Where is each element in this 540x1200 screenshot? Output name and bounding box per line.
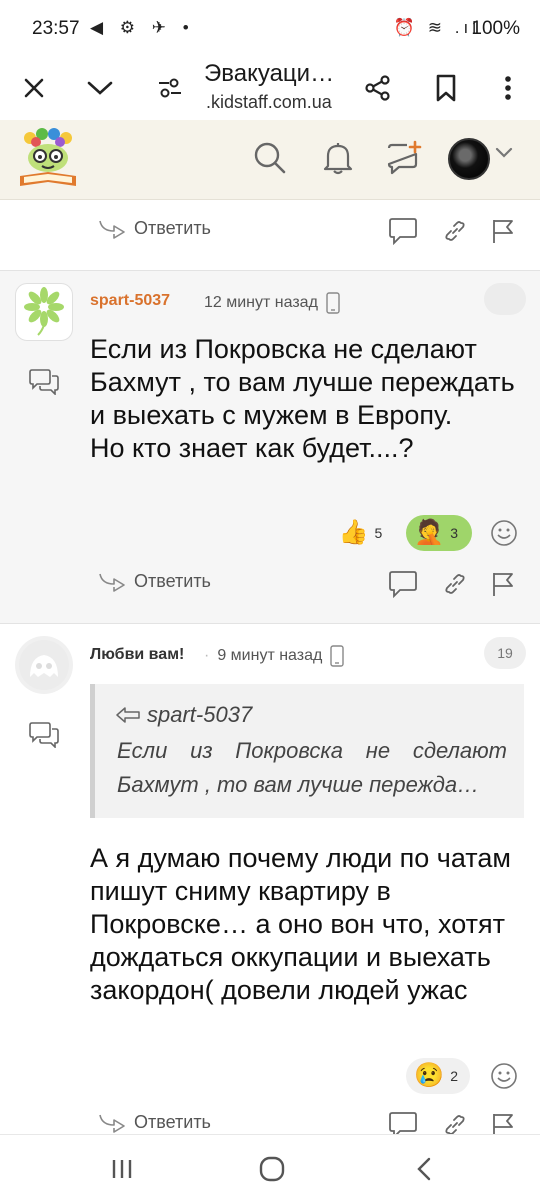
quoted-message[interactable]: spart-5037 Если из Покровска не сделают … [90,684,524,818]
comments-thread-icon[interactable] [28,369,60,396]
reply-label: Ответить [134,1112,211,1132]
avatar[interactable] [15,283,73,341]
page-url[interactable]: .kidstaff.com.ua [206,92,332,113]
user-avatar[interactable] [448,138,490,180]
reply-arrow-icon [99,1114,125,1133]
system-icons: ⏰ ≋ .ıl [393,18,480,37]
notification-icons: ◀ ⚙ ✈ • [90,18,195,37]
share-icon[interactable] [354,64,402,112]
link-icon[interactable] [440,216,470,246]
comment-author[interactable]: Любви вам! [90,646,184,664]
chevron-down-icon[interactable] [76,64,124,112]
link-icon[interactable] [440,569,470,599]
quote-author: spart-5037 [115,702,252,728]
quote-author-name[interactable]: spart-5037 [147,702,252,728]
bookmark-icon[interactable] [422,64,470,112]
comment-meta: · 9 минут назад [204,645,345,667]
post-actions: Ответить [0,1102,540,1134]
flag-icon[interactable] [488,216,518,246]
flower-avatar-icon [24,287,64,336]
quote-reply-icon[interactable] [388,569,418,599]
status-time: 23:57 [32,18,80,39]
reactions-bar: 👍 5 🤦 3 [339,515,518,551]
comment-number-badge: 19 [484,637,526,669]
reply-label: Ответить [134,571,211,591]
reply-button[interactable]: Ответить [98,1112,211,1133]
reaction-count: 3 [450,525,458,541]
comment-badge [484,283,526,315]
comment-post: spart-5037 12 минут назад Если из Покров… [0,271,540,623]
home-icon[interactable] [242,1149,302,1189]
add-reaction-icon[interactable] [490,1062,518,1090]
previous-post-actions: Ответить [0,202,540,258]
close-icon[interactable] [10,64,58,112]
reaction-count: 2 [450,1068,458,1084]
crying-face-icon: 😢 [414,1062,445,1089]
more-menu-icon[interactable] [484,64,532,112]
back-icon[interactable] [394,1149,454,1189]
system-navigation-bar [0,1134,540,1200]
site-header [0,120,540,200]
comment-author[interactable]: spart-5037 [90,292,170,310]
reply-button[interactable]: Ответить [98,218,211,239]
recent-apps-icon[interactable] [92,1149,152,1189]
page-title[interactable]: Эвакуаци… [204,60,334,88]
add-reaction-icon[interactable] [490,519,518,547]
comments-thread-icon[interactable] [28,722,60,749]
reply-arrow-icon [99,573,125,592]
bell-icon[interactable] [316,136,360,180]
post-actions: Ответить [0,555,540,611]
comment-post: Любви вам! · 9 минут назад 19 spart-5037… [0,624,540,1134]
comment-time[interactable]: 9 минут назад [217,647,322,665]
meta-separator: · [204,647,210,664]
flag-icon[interactable] [488,569,518,599]
reaction-like[interactable]: 👍 5 [339,521,383,545]
reaction-count: 5 [374,525,383,541]
mobile-device-icon [326,292,340,314]
site-settings-icon[interactable] [146,64,194,112]
comment-meta: 12 минут назад [204,292,340,314]
reply-arrow-icon [99,220,125,239]
reaction-facepalm[interactable]: 🤦 3 [406,515,472,551]
quote-text: Если из Покровска не сделают Бахмут , то… [117,738,507,797]
avatar[interactable] [15,636,73,694]
account-menu-chevron-icon[interactable] [494,146,514,165]
reply-back-icon [116,707,140,723]
kidstaff-logo[interactable] [16,128,82,190]
comment-body: А я думаю почему люди по чатам пишут сни… [90,843,511,1005]
comment-body: Если из Покровска не сделают Бахмут , то… [90,334,515,463]
browser-toolbar: Эвакуаци… .kidstaff.com.ua [0,56,540,120]
link-icon[interactable] [440,1110,470,1134]
quote-reply-icon[interactable] [388,1110,418,1134]
quote-reply-icon[interactable] [388,216,418,246]
battery-level: 100% [471,18,520,39]
new-message-icon[interactable] [382,136,426,180]
thumbs-up-icon: 👍 [338,519,369,546]
reactions-bar: 😢 2 [406,1058,518,1094]
reply-label: Ответить [134,218,211,238]
facepalm-icon: 🤦 [414,519,445,546]
mobile-device-icon [330,645,345,667]
flag-icon[interactable] [488,1110,518,1134]
status-bar: 23:57 ◀ ⚙ ✈ • ⏰ ≋ .ıl 100% [0,0,540,56]
reaction-cry[interactable]: 😢 2 [406,1058,470,1094]
comment-time[interactable]: 12 минут назад [204,294,318,312]
default-avatar-icon [19,640,69,690]
search-icon[interactable] [248,136,292,180]
reply-button[interactable]: Ответить [98,571,211,592]
